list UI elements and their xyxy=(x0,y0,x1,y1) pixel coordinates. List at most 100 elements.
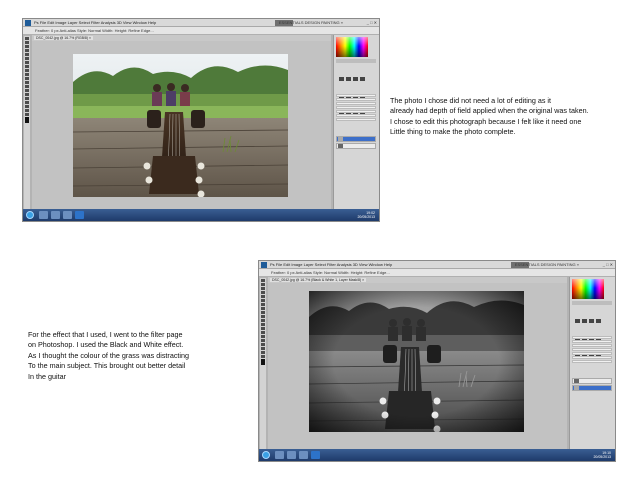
explorer-icon[interactable] xyxy=(39,211,48,219)
preset-item[interactable] xyxy=(572,352,612,355)
layer-row-selected[interactable] xyxy=(572,385,612,391)
caption-line: I chose to edit this photograph because … xyxy=(390,116,582,126)
dodge-tool-icon[interactable] xyxy=(261,331,265,334)
preset-item[interactable] xyxy=(572,356,612,359)
tool-options[interactable]: Feather: 0 px Anti-alias Style: Normal W… xyxy=(35,28,154,33)
healing-tool-icon[interactable] xyxy=(25,61,29,64)
explorer-icon[interactable] xyxy=(275,451,284,459)
swatches-panel[interactable] xyxy=(572,279,604,299)
healing-tool-icon[interactable] xyxy=(261,303,265,306)
blur-tool-icon[interactable] xyxy=(25,85,29,88)
preset-item[interactable] xyxy=(336,94,376,97)
clone-stamp-tool-icon[interactable] xyxy=(25,69,29,72)
hand-tool-icon[interactable] xyxy=(25,109,29,112)
tools-panel xyxy=(260,278,266,449)
shape-tool-icon[interactable] xyxy=(261,347,265,350)
canvas-area[interactable] xyxy=(32,41,331,209)
eyedropper-tool-icon[interactable] xyxy=(261,299,265,302)
preset-item[interactable] xyxy=(572,340,612,343)
eyedropper-tool-icon[interactable] xyxy=(25,57,29,60)
move-tool-icon[interactable] xyxy=(261,279,265,282)
brightness-icon[interactable] xyxy=(339,77,344,81)
dodge-tool-icon[interactable] xyxy=(25,89,29,92)
browser-icon[interactable] xyxy=(287,451,296,459)
workspace-switcher[interactable]: ESSENTIALS DESIGN PAINTING » xyxy=(515,262,579,267)
marquee-tool-icon[interactable] xyxy=(25,41,29,44)
menu-items[interactable]: Ps File Edit Image Layer Select Filter A… xyxy=(34,20,156,25)
type-tool-icon[interactable] xyxy=(25,97,29,100)
caption-top: The photo I chose did not need a lot of … xyxy=(390,96,589,138)
browser-icon[interactable] xyxy=(51,211,60,219)
quick-select-tool-icon[interactable] xyxy=(25,49,29,52)
path-select-tool-icon[interactable] xyxy=(261,343,265,346)
path-select-tool-icon[interactable] xyxy=(25,101,29,104)
photoshop-taskbar-icon[interactable] xyxy=(75,211,84,219)
canvas-area[interactable] xyxy=(268,283,567,449)
lasso-tool-icon[interactable] xyxy=(25,45,29,48)
curves-icon[interactable] xyxy=(589,319,594,323)
zoom-tool-icon[interactable] xyxy=(25,113,29,116)
history-brush-tool-icon[interactable] xyxy=(261,315,265,318)
levels-icon[interactable] xyxy=(346,77,351,81)
guitar-photo-bw xyxy=(309,291,524,432)
preset-item[interactable] xyxy=(336,118,376,121)
zoom-tool-icon[interactable] xyxy=(261,355,265,358)
exposure-icon[interactable] xyxy=(596,319,601,323)
levels-icon[interactable] xyxy=(582,319,587,323)
eraser-tool-icon[interactable] xyxy=(25,77,29,80)
window-controls[interactable]: _ □ ✕ xyxy=(603,262,613,267)
photoshop-taskbar-icon[interactable] xyxy=(311,451,320,459)
preset-item[interactable] xyxy=(572,336,612,339)
preset-item[interactable] xyxy=(572,344,612,347)
layer-row[interactable] xyxy=(336,143,376,149)
preset-item[interactable] xyxy=(336,106,376,109)
menu-items[interactable]: Ps File Edit Image Layer Select Filter A… xyxy=(270,262,392,267)
workspace-switcher[interactable]: ESSENTIALS DESIGN PAINTING » xyxy=(279,20,343,25)
hand-tool-icon[interactable] xyxy=(261,351,265,354)
layer-row-selected[interactable] xyxy=(336,136,376,142)
curves-icon[interactable] xyxy=(353,77,358,81)
adjustments-panel-header[interactable] xyxy=(572,301,612,305)
brush-tool-icon[interactable] xyxy=(25,65,29,68)
quick-select-tool-icon[interactable] xyxy=(261,291,265,294)
windows-taskbar: 19:10 20/05/2013 xyxy=(259,449,615,461)
media-icon[interactable] xyxy=(63,211,72,219)
marquee-tool-icon[interactable] xyxy=(261,283,265,286)
layer-row-adjustment[interactable] xyxy=(572,378,612,384)
pen-tool-icon[interactable] xyxy=(25,93,29,96)
preset-item[interactable] xyxy=(336,114,376,117)
preset-item[interactable] xyxy=(572,348,612,351)
brush-tool-icon[interactable] xyxy=(261,307,265,310)
eraser-tool-icon[interactable] xyxy=(261,319,265,322)
lasso-tool-icon[interactable] xyxy=(261,287,265,290)
start-button-icon[interactable] xyxy=(26,211,34,219)
crop-tool-icon[interactable] xyxy=(261,295,265,298)
preset-item[interactable] xyxy=(336,98,376,101)
gradient-tool-icon[interactable] xyxy=(261,323,265,326)
gradient-tool-icon[interactable] xyxy=(25,81,29,84)
clock-date: 20/05/2013 xyxy=(357,215,375,219)
preset-item[interactable] xyxy=(336,102,376,105)
document-tab[interactable]: DSC_0042.jpg @ 16.7% (RGB/8) × xyxy=(34,36,94,40)
shape-tool-icon[interactable] xyxy=(25,105,29,108)
tool-options[interactable]: Feather: 0 px Anti-alias Style: Normal W… xyxy=(271,270,390,275)
preset-item[interactable] xyxy=(572,360,612,363)
type-tool-icon[interactable] xyxy=(261,339,265,342)
start-button-icon[interactable] xyxy=(262,451,270,459)
blur-tool-icon[interactable] xyxy=(261,327,265,330)
document-tab[interactable]: DSC_0042.jpg @ 16.7% (Black & White 1, L… xyxy=(270,278,367,282)
preset-item[interactable] xyxy=(336,110,376,113)
adjustments-panel-header[interactable] xyxy=(336,59,376,63)
color-swatch-icon[interactable] xyxy=(25,117,29,123)
move-tool-icon[interactable] xyxy=(25,37,29,40)
media-icon[interactable] xyxy=(299,451,308,459)
clone-stamp-tool-icon[interactable] xyxy=(261,311,265,314)
color-swatch-icon[interactable] xyxy=(261,359,265,365)
pen-tool-icon[interactable] xyxy=(261,335,265,338)
window-controls[interactable]: _ □ ✕ xyxy=(367,20,377,25)
crop-tool-icon[interactable] xyxy=(25,53,29,56)
history-brush-tool-icon[interactable] xyxy=(25,73,29,76)
brightness-icon[interactable] xyxy=(575,319,580,323)
swatches-panel[interactable] xyxy=(336,37,368,57)
exposure-icon[interactable] xyxy=(360,77,365,81)
